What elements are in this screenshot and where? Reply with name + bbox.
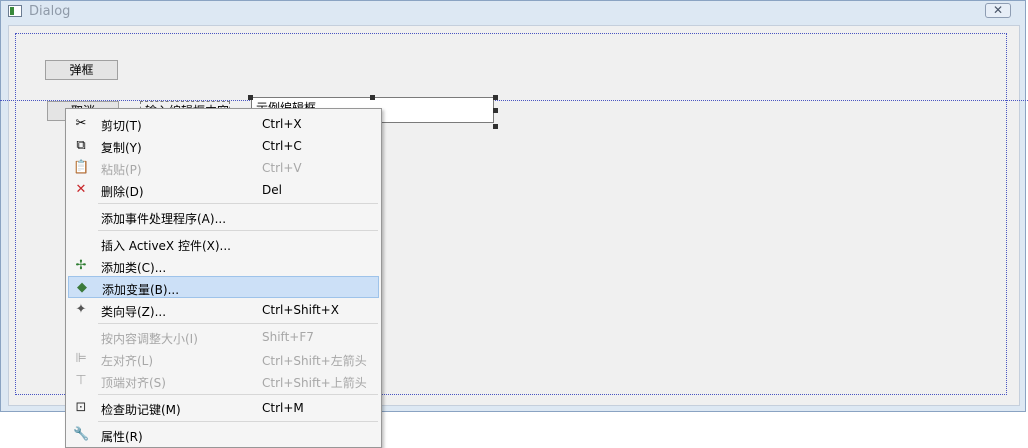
menu-item-delete[interactable]: ✕ 删除(D) Del	[68, 179, 379, 201]
menu-separator	[98, 421, 378, 422]
menu-item-shortcut: Ctrl+X	[262, 117, 302, 131]
menu-item-shortcut: Ctrl+Shift+上箭头	[262, 376, 367, 390]
menu-item-shortcut: Ctrl+Shift+X	[262, 303, 339, 317]
popup-button[interactable]: 弹框	[45, 60, 118, 80]
menu-item-properties[interactable]: 🔧 属性(R)	[68, 424, 379, 446]
menu-item-shortcut: Ctrl+V	[262, 161, 302, 175]
menu-item-insert-activex[interactable]: 插入 ActiveX 控件(X)...	[68, 233, 379, 255]
resize-handle-right[interactable]	[493, 108, 498, 113]
menu-item-label: 属性(R)	[101, 430, 143, 444]
menu-item-class-wizard[interactable]: ✦ 类向导(Z)... Ctrl+Shift+X	[68, 299, 379, 321]
menu-item-label: 粘贴(P)	[101, 163, 142, 177]
resize-handle-top-left[interactable]	[248, 95, 253, 100]
menu-item-paste[interactable]: 📋 粘贴(P) Ctrl+V	[68, 157, 379, 179]
menu-item-shortcut: Del	[262, 183, 282, 197]
menu-item-label: 添加类(C)...	[101, 261, 167, 275]
menu-item-label: 添加变量(B)...	[102, 283, 180, 297]
menu-item-add-variable[interactable]: ◆ 添加变量(B)...	[68, 276, 379, 298]
wrench-icon: 🔧	[73, 427, 90, 442]
menu-item-shortcut: Ctrl+Shift+左箭头	[262, 354, 367, 368]
delete-x-icon: ✕	[75, 182, 87, 197]
menu-item-label: 类向导(Z)...	[101, 305, 167, 319]
menu-item-shortcut: Ctrl+M	[262, 401, 304, 415]
menu-item-label: 插入 ActiveX 控件(X)...	[101, 239, 231, 253]
menu-item-check-mnemonics[interactable]: ⊡ 检查助记键(M) Ctrl+M	[68, 397, 379, 419]
class-wizard-icon: ✦	[75, 302, 87, 317]
paste-icon: 📋	[73, 160, 90, 175]
dialog-window-icon	[8, 5, 22, 17]
add-class-icon: ✢	[75, 258, 87, 273]
menu-item-size-to-content[interactable]: 按内容调整大小(I) Shift+F7	[68, 326, 379, 348]
menu-item-add-event-handler[interactable]: 添加事件处理程序(A)...	[68, 206, 379, 228]
menu-separator	[98, 394, 378, 395]
resize-handle-top[interactable]	[370, 95, 375, 100]
copy-icon: ⧉	[76, 138, 86, 153]
menu-item-label: 检查助记键(M)	[101, 403, 181, 417]
align-left-icon: ⊫	[75, 351, 87, 366]
menu-item-align-left[interactable]: ⊫ 左对齐(L) Ctrl+Shift+左箭头	[68, 348, 379, 370]
title-bar: Dialog ✕	[1, 1, 1025, 23]
menu-item-cut[interactable]: ✂ 剪切(T) Ctrl+X	[68, 113, 379, 135]
menu-item-align-top[interactable]: ⊤ 顶端对齐(S) Ctrl+Shift+上箭头	[68, 370, 379, 392]
close-button[interactable]: ✕	[985, 3, 1011, 18]
menu-item-label: 左对齐(L)	[101, 354, 154, 368]
menu-item-label: 添加事件处理程序(A)...	[101, 212, 227, 226]
menu-item-label: 剪切(T)	[101, 119, 142, 133]
add-variable-icon: ◆	[77, 280, 87, 295]
menu-item-label: 顶端对齐(S)	[101, 376, 166, 390]
menu-item-label: 复制(Y)	[101, 141, 142, 155]
menu-item-add-class[interactable]: ✢ 添加类(C)...	[68, 255, 379, 277]
menu-item-label: 按内容调整大小(I)	[101, 332, 198, 346]
menu-separator	[98, 230, 378, 231]
resize-handle-bottom-right[interactable]	[493, 124, 498, 129]
window-title: Dialog	[29, 4, 71, 19]
menu-item-label: 删除(D)	[101, 185, 144, 199]
align-top-icon: ⊤	[75, 373, 87, 388]
menu-item-copy[interactable]: ⧉ 复制(Y) Ctrl+C	[68, 135, 379, 157]
scissors-icon: ✂	[75, 116, 87, 131]
menu-separator	[98, 323, 378, 324]
menu-separator	[98, 203, 378, 204]
resize-handle-top-right[interactable]	[493, 95, 498, 100]
menu-item-shortcut: Shift+F7	[262, 330, 314, 344]
check-mnemonic-icon: ⊡	[75, 400, 87, 415]
context-menu: ✂ 剪切(T) Ctrl+X ⧉ 复制(Y) Ctrl+C 📋 粘贴(P) Ct…	[65, 108, 382, 448]
menu-item-shortcut: Ctrl+C	[262, 139, 302, 153]
